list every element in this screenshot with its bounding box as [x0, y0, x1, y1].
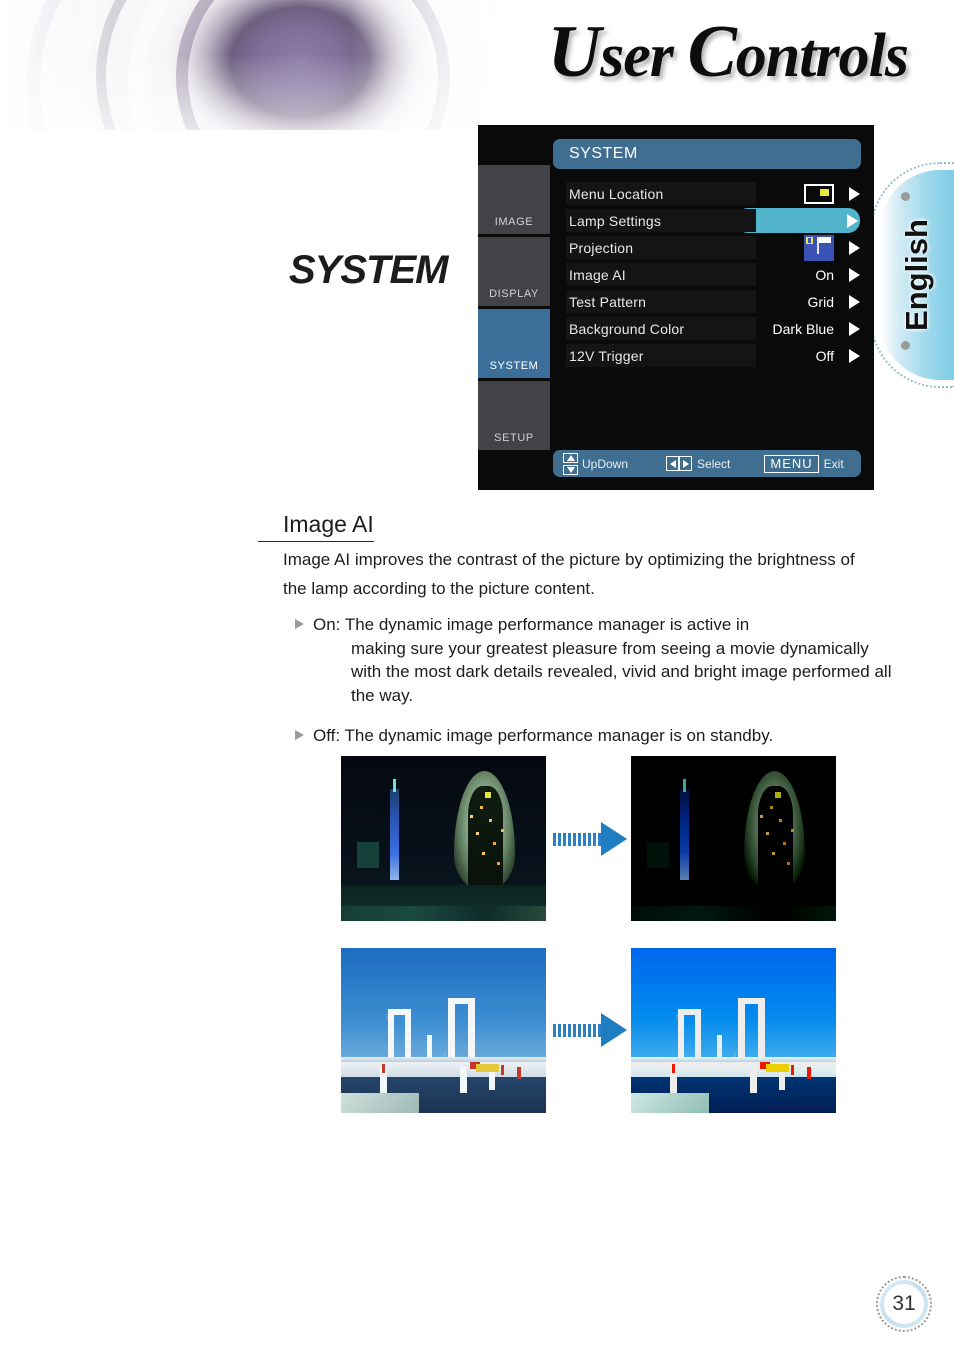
- left-right-arrows-icon: [666, 456, 693, 471]
- osd-row-value: [804, 180, 834, 207]
- osd-tab-setup[interactable]: SETUP: [478, 381, 550, 453]
- transition-arrow-1: [553, 822, 627, 856]
- osd-footer-select: Select: [628, 456, 730, 471]
- page-title: User Controls: [547, 10, 909, 95]
- body-paragraph: Image AI improves the contrast of the pi…: [283, 550, 855, 598]
- page-header: User Controls: [0, 0, 954, 130]
- chevron-right-icon[interactable]: [849, 322, 860, 336]
- osd-footer-bar: UpDown Select MENU Exit: [553, 450, 861, 477]
- osd-title-bar: SYSTEM: [553, 139, 861, 169]
- chevron-right-icon[interactable]: [847, 214, 858, 228]
- bullet-arrow-icon: [295, 730, 304, 740]
- chevron-right-icon[interactable]: [849, 187, 860, 201]
- bullet-text-on: On: The dynamic image performance manage…: [295, 613, 895, 707]
- chevron-right-icon[interactable]: [849, 349, 860, 363]
- osd-tab-display-label: DISPLAY: [489, 288, 539, 300]
- bullet-arrow-icon: [295, 619, 304, 629]
- osd-row-label: Menu Location: [566, 182, 756, 205]
- title-cap-u: U: [547, 11, 601, 93]
- bullet-lead-on: On: The dynamic image performance manage…: [313, 615, 750, 634]
- osd-row-value: Dark Blue: [772, 320, 834, 337]
- osd-row-label: Background Color: [566, 317, 756, 340]
- osd-row-label: Test Pattern: [566, 290, 756, 313]
- osd-main-panel: SYSTEM Menu Location Lamp Settings Proje…: [550, 125, 874, 490]
- osd-row-label: Projection: [566, 236, 756, 259]
- osd-row-list: Menu Location Lamp Settings Projection I…: [550, 180, 874, 369]
- osd-footer-updown: UpDown: [553, 452, 629, 475]
- osd-row-label: Image AI: [566, 263, 756, 286]
- osd-tab-display[interactable]: DISPLAY: [478, 237, 550, 309]
- projection-icon: [804, 234, 834, 261]
- figure-bridge-before: [341, 948, 546, 1113]
- osd-tab-system[interactable]: SYSTEM: [478, 309, 550, 381]
- page-number-badge: 31: [876, 1276, 932, 1332]
- osd-row-test-pattern[interactable]: Test Pattern Grid: [550, 288, 874, 315]
- bullet-cont-on: making sure your greatest pleasure from …: [351, 638, 892, 705]
- figure-night-city-after: [631, 756, 836, 921]
- arrow-dashes: [553, 832, 601, 846]
- bullet-text-off: Off: The dynamic image performance manag…: [295, 724, 895, 748]
- osd-row-value: Off: [815, 347, 834, 364]
- menu-key-icon: MENU: [764, 454, 819, 473]
- language-tab-text-wrapper: English: [880, 170, 954, 380]
- figure-bridge-after: [631, 948, 836, 1113]
- osd-row-12v-trigger[interactable]: 12V Trigger Off: [550, 342, 874, 369]
- title-rest-user: ser: [600, 22, 688, 90]
- menu-location-icon: [804, 183, 834, 204]
- osd-row-background-color[interactable]: Background Color Dark Blue: [550, 315, 874, 342]
- osd-tab-image[interactable]: IMAGE: [478, 165, 550, 237]
- camera-lens-photo: [0, 0, 500, 130]
- osd-row-projection[interactable]: Projection: [550, 234, 874, 261]
- title-rest-controls: ontrols: [735, 22, 909, 90]
- osd-row-image-ai[interactable]: Image AI On: [550, 261, 874, 288]
- language-label: English: [899, 219, 935, 331]
- chevron-right-icon[interactable]: [849, 295, 860, 309]
- osd-row-value: On: [815, 266, 834, 283]
- osd-footer-updown-label: UpDown: [582, 456, 629, 471]
- bullet-lead-off: Off: The dynamic image performance manag…: [313, 726, 774, 745]
- osd-row-menu-location[interactable]: Menu Location: [550, 180, 874, 207]
- chevron-right-icon[interactable]: [849, 268, 860, 282]
- bullet-item-off: Off: The dynamic image performance manag…: [295, 724, 895, 748]
- arrow-dashes: [553, 1023, 601, 1037]
- up-down-arrows-icon: [563, 452, 578, 475]
- osd-side-tabs: IMAGE DISPLAY SYSTEM SETUP: [478, 165, 550, 460]
- arrow-head-icon: [601, 822, 627, 856]
- osd-tab-system-label: SYSTEM: [489, 360, 539, 372]
- page-number-value: 31: [884, 1284, 924, 1324]
- osd-row-label: 12V Trigger: [566, 344, 756, 367]
- transition-arrow-2: [553, 1013, 627, 1047]
- osd-tab-setup-label: SETUP: [494, 432, 534, 444]
- osd-row-lamp-settings[interactable]: Lamp Settings: [550, 207, 874, 234]
- section-title: SYSTEM: [289, 248, 448, 292]
- figure-night-city-before: [341, 756, 546, 921]
- osd-title-label: SYSTEM: [569, 145, 638, 162]
- sub-heading: Image AI: [258, 511, 374, 542]
- osd-row-value: Grid: [807, 293, 834, 310]
- chevron-right-icon[interactable]: [849, 241, 860, 255]
- bullet-item-on: On: The dynamic image performance manage…: [295, 613, 895, 707]
- title-cap-c: C: [687, 11, 736, 93]
- arrow-head-icon: [601, 1013, 627, 1047]
- osd-menu: IMAGE DISPLAY SYSTEM SETUP SYSTEM Menu L…: [478, 125, 874, 490]
- osd-footer-select-label: Select: [697, 456, 731, 471]
- osd-footer-exit: MENU Exit: [730, 454, 844, 473]
- osd-tab-image-label: IMAGE: [494, 216, 534, 228]
- osd-footer-exit-label: Exit: [823, 456, 844, 471]
- osd-row-value: [804, 234, 834, 261]
- osd-row-label: Lamp Settings: [566, 209, 756, 232]
